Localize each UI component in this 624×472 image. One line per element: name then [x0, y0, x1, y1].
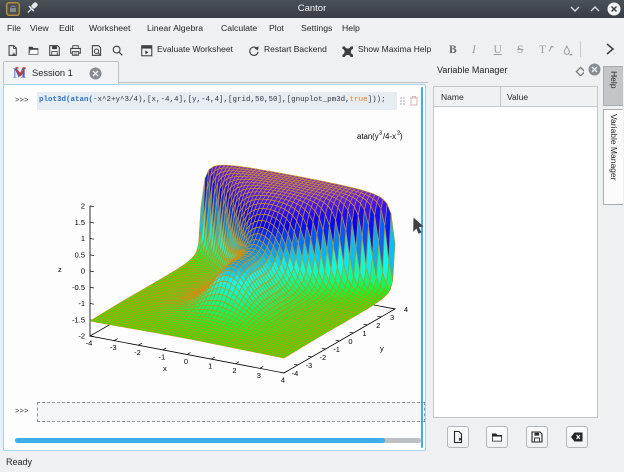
svg-text:3: 3	[257, 371, 261, 380]
svg-text:-1: -1	[78, 299, 85, 308]
svg-text:atan(y: atan(y	[357, 132, 379, 141]
svg-text:-1: -1	[158, 352, 165, 361]
svg-text:0: 0	[348, 337, 352, 346]
svg-text:1: 1	[208, 362, 212, 371]
svg-text:2: 2	[232, 366, 236, 375]
svg-text:2: 2	[81, 202, 85, 211]
svg-text:-3: -3	[306, 361, 313, 370]
svg-text:1.5: 1.5	[75, 218, 85, 227]
svg-text:): )	[400, 132, 403, 141]
svg-text:3: 3	[379, 131, 382, 137]
svg-text:2: 2	[376, 321, 380, 330]
svg-text:0.5: 0.5	[75, 250, 85, 259]
svg-text:0: 0	[184, 357, 188, 366]
svg-text:0: 0	[81, 267, 85, 276]
svg-text:4: 4	[404, 305, 408, 314]
svg-text:-2: -2	[78, 332, 85, 341]
svg-text:-1: -1	[333, 345, 340, 354]
svg-text:3: 3	[390, 313, 394, 322]
svg-text:-3: -3	[110, 343, 117, 352]
svg-text:-4: -4	[86, 339, 93, 348]
svg-text:-4: -4	[292, 369, 299, 378]
svg-text:1: 1	[362, 329, 366, 338]
svg-text:4: 4	[281, 376, 285, 385]
svg-text:-0.5: -0.5	[72, 283, 85, 292]
svg-text:-2: -2	[134, 348, 141, 357]
svg-text:/4-x: /4-x	[383, 132, 396, 141]
svg-text:1: 1	[81, 234, 85, 243]
svg-text:x: x	[163, 364, 167, 373]
svg-text:-2: -2	[319, 353, 326, 362]
svg-text:-1.5: -1.5	[72, 315, 85, 324]
svg-text:z: z	[58, 265, 62, 274]
svg-text:y: y	[380, 344, 384, 353]
